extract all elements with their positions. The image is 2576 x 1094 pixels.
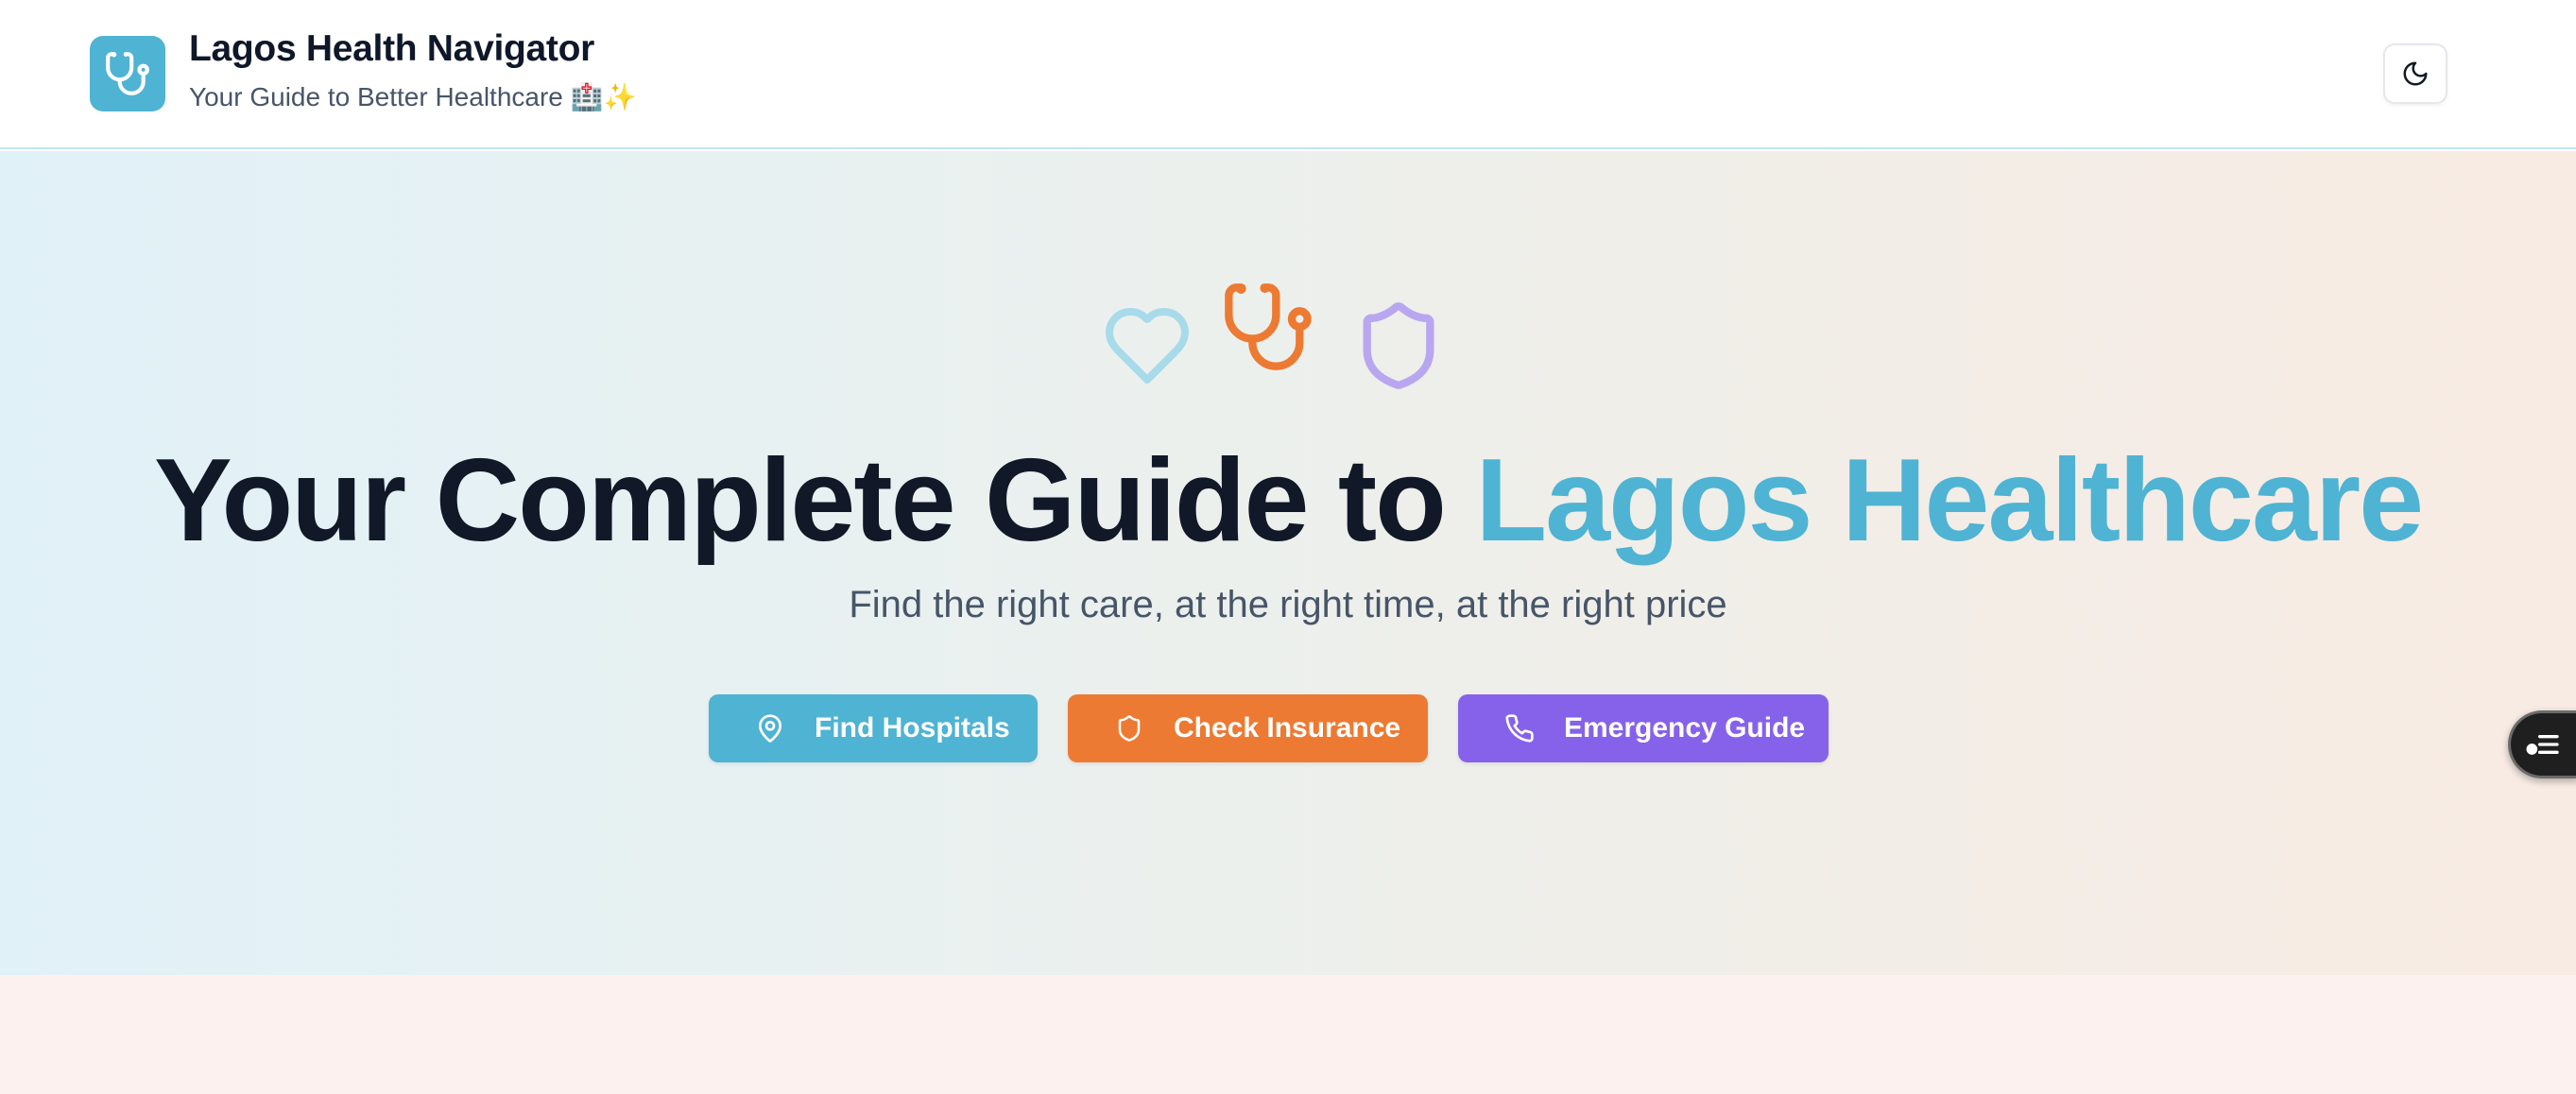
hero-section: Your Complete Guide to Lagos Healthcare …	[0, 151, 2576, 975]
floating-menu-button[interactable]	[2508, 710, 2576, 778]
app-logo[interactable]	[90, 36, 165, 111]
hero-icon-group	[0, 280, 2576, 393]
heart-icon	[1106, 308, 1189, 384]
phone-icon	[1503, 712, 1536, 744]
emergency-guide-button[interactable]: Emergency Guide	[1458, 694, 1829, 762]
emergency-guide-label: Emergency Guide	[1564, 712, 1806, 744]
top-header: Lagos Health Navigator Your Guide to Bet…	[0, 0, 2576, 149]
moon-icon	[2403, 61, 2428, 86]
hero-title-accent: Lagos Healthcare	[1475, 436, 2424, 566]
map-pin-icon	[754, 712, 786, 744]
check-insurance-button[interactable]: Check Insurance	[1068, 694, 1428, 762]
find-hospitals-label: Find Hospitals	[815, 712, 1010, 744]
next-section	[0, 975, 2576, 1094]
app-subtitle: Your Guide to Better Healthcare 🏥✨	[189, 82, 637, 111]
hero-title-main: Your Complete Guide to	[153, 436, 1476, 566]
shield-icon	[1113, 712, 1145, 744]
check-insurance-label: Check Insurance	[1174, 712, 1401, 744]
hero-subtitle: Find the right care, at the right time, …	[849, 584, 1727, 625]
app-title: Lagos Health Navigator	[189, 28, 594, 69]
hero-title: Your Complete Guide to Lagos Healthcare	[0, 431, 2576, 572]
stethoscope-icon	[106, 52, 149, 95]
theme-toggle-button[interactable]	[2383, 43, 2447, 104]
shield-icon	[1363, 302, 1434, 389]
menu-list-icon	[2526, 735, 2559, 755]
stethoscope-icon	[1225, 283, 1312, 370]
find-hospitals-button[interactable]: Find Hospitals	[709, 694, 1038, 762]
